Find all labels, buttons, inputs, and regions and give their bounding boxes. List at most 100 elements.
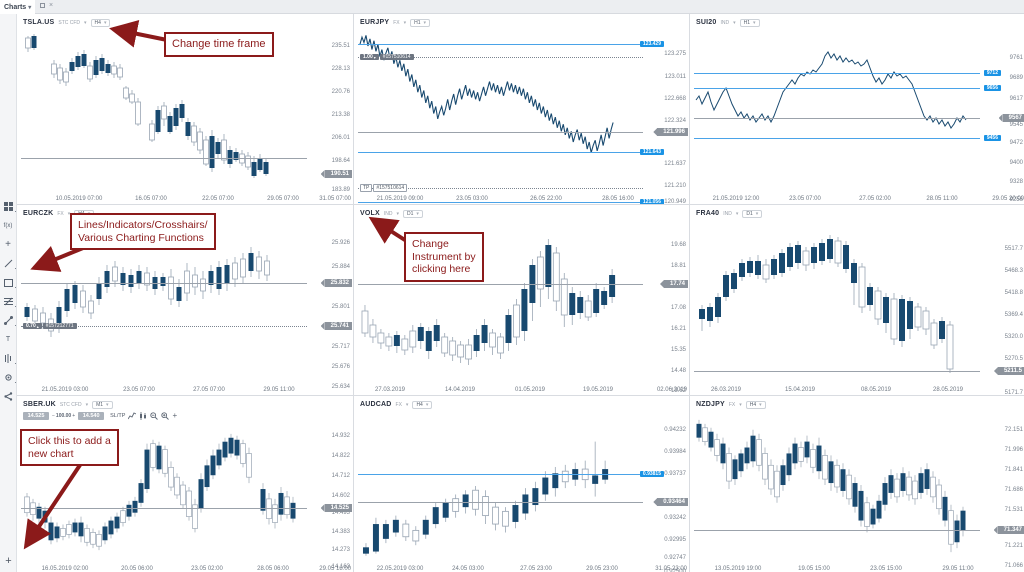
price-plot[interactable]: 1.00 ▾ #157510614 TP #157510614 bbox=[358, 30, 643, 203]
tp-ticket[interactable]: #157510614 bbox=[373, 184, 408, 192]
chevron-down-icon[interactable]: ▾ bbox=[739, 402, 742, 408]
take-profit-marker[interactable]: TP #157510614 bbox=[360, 184, 408, 192]
level-line-blue[interactable] bbox=[358, 474, 643, 475]
symbol-label[interactable]: AUDCAD bbox=[360, 401, 392, 408]
timeframe-selector[interactable]: H1 ▾ bbox=[410, 18, 431, 27]
add-chart-button[interactable]: + bbox=[3, 556, 14, 567]
price-axis[interactable]: 72.151 71.996 71.841 71.686 71.531 71.22… bbox=[979, 412, 1024, 569]
instrument-category: STC CFD bbox=[59, 401, 82, 408]
level-tag[interactable]: 0.93815 bbox=[639, 471, 664, 477]
time-axis[interactable]: 27.03.2019 14.04.2019 01.05.2019 19.05.2… bbox=[354, 382, 689, 394]
level-tag[interactable]: 123.429 bbox=[639, 41, 664, 47]
time-axis[interactable]: 26.03.2019 15.04.2019 08.05.2019 28.05.2… bbox=[690, 382, 1024, 394]
chevron-down-icon[interactable]: ▾ bbox=[28, 4, 31, 11]
time-axis[interactable]: 21.05.2019 03:00 23.05 07:00 27.05 07:00… bbox=[17, 382, 353, 394]
level-line-blue[interactable] bbox=[358, 152, 643, 153]
price-plot[interactable] bbox=[694, 412, 980, 560]
price-axis[interactable]: 5517.7 5468.3 5418.8 5369.4 5320.0 5270.… bbox=[979, 221, 1024, 395]
symbol-label[interactable]: EURJPY bbox=[360, 19, 389, 26]
symbol-label[interactable]: NZDJPY bbox=[696, 401, 725, 408]
order-ticket[interactable]: #157212771 bbox=[42, 323, 77, 329]
price-axis[interactable]: 123.275 123.011 122.668 122.324 121.637 … bbox=[639, 30, 688, 204]
order-marker[interactable]: 1.00 ▾ #157510614 bbox=[360, 54, 414, 60]
restore-icon[interactable] bbox=[40, 3, 45, 8]
indicators-fx-icon[interactable]: f(x) bbox=[1, 219, 16, 232]
chart-panel-fra40[interactable]: FRA40 IND ▾ D1 ▾ 5517.7 5468.3 5418.8 53… bbox=[690, 205, 1024, 395]
level-line-blue[interactable] bbox=[694, 138, 980, 139]
share-icon[interactable] bbox=[1, 390, 16, 403]
time-axis[interactable]: 16.05.2019 02:00 20.05 06:00 23.05 02:00… bbox=[17, 561, 353, 572]
chart-panel-eurjpy[interactable]: EURJPY FX ▾ H1 ▾ 1.00 ▾ #157510614 TP #1… bbox=[354, 14, 689, 204]
volume-stepper[interactable]: − 100.00 + bbox=[52, 413, 75, 419]
chart-panel-audcad[interactable]: AUDCAD FX ▾ H4 ▾ 0.94232 0.93984 0.93737… bbox=[354, 396, 689, 572]
time-axis[interactable]: 10.05.2019 07:00 16.05 07:00 22.05 07:00… bbox=[17, 191, 353, 203]
crosshair-icon[interactable]: + bbox=[172, 411, 177, 420]
chart-panel-sui20[interactable]: SUI20 IND ▾ H1 ▾ 9761 9689 9617 9545 947… bbox=[690, 14, 1024, 204]
level-tag[interactable]: 121.056 bbox=[639, 199, 664, 204]
order-lot[interactable]: 0.70 ▴ bbox=[23, 323, 42, 329]
candles-icon[interactable] bbox=[139, 411, 147, 420]
chevron-down-icon[interactable]: ▾ bbox=[733, 20, 736, 26]
timeframe-selector[interactable]: D1 ▾ bbox=[742, 209, 763, 218]
level-tag[interactable]: 9656 bbox=[983, 85, 1001, 91]
trendline-icon[interactable] bbox=[1, 257, 16, 270]
charts-tab[interactable]: Charts ▾ bbox=[0, 0, 36, 14]
timeframe-selector[interactable]: M1 ▾ bbox=[92, 400, 113, 409]
zoom-in-icon[interactable] bbox=[161, 411, 170, 420]
price-axis[interactable]: 19.68 18.81 17.08 16.21 15.35 14.48 13.6… bbox=[642, 221, 688, 394]
timeframe-selector[interactable]: H1 ▾ bbox=[739, 18, 760, 27]
chevron-down-icon[interactable]: ▾ bbox=[736, 211, 739, 217]
symbol-label[interactable]: TSLA.US bbox=[23, 19, 54, 26]
price-axis[interactable]: 9761 9689 9617 9545 9472 9400 9328 9256 … bbox=[979, 30, 1024, 203]
sltp-toggle[interactable]: SL/TP bbox=[110, 413, 125, 419]
close-icon[interactable]: × bbox=[49, 2, 53, 9]
price-axis[interactable]: 0.94232 0.93984 0.93737 0.93242 0.92995 … bbox=[639, 412, 688, 572]
level-tag[interactable]: 9712 bbox=[983, 70, 1001, 76]
symbol-label[interactable]: FRA40 bbox=[696, 210, 719, 217]
volume-value[interactable]: 100.00 bbox=[56, 413, 71, 419]
time-axis[interactable]: 21.05.2019 12:00 23.05 07:00 27.05 02:00… bbox=[690, 191, 1024, 203]
timeframe-selector[interactable]: H4 ▾ bbox=[412, 400, 433, 409]
level-line-blue[interactable] bbox=[694, 88, 980, 89]
price-plot[interactable] bbox=[694, 221, 980, 381]
chevron-down-icon[interactable]: ▾ bbox=[404, 20, 407, 26]
zoom-out-icon[interactable] bbox=[150, 411, 159, 420]
volume-plus-button[interactable]: + bbox=[72, 413, 75, 419]
pitchfork-icon[interactable] bbox=[1, 314, 16, 327]
price-plot[interactable] bbox=[694, 30, 980, 190]
fibonacci-icon[interactable] bbox=[1, 295, 16, 308]
crosshair-plus-icon[interactable]: + bbox=[1, 238, 16, 251]
grid-layout-icon[interactable] bbox=[1, 200, 16, 213]
time-axis[interactable]: 21.05.2019 09:00 23.05 03:00 26.05 22:00… bbox=[354, 191, 689, 203]
level-tag[interactable]: 9456 bbox=[983, 135, 1001, 141]
text-tool-icon[interactable]: T bbox=[1, 333, 16, 346]
volume-minus-button[interactable]: − bbox=[52, 413, 55, 419]
symbol-label[interactable]: EURCZK bbox=[23, 210, 53, 217]
price-axis[interactable]: 14.932 14.822 14.712 14.602 14.493 14.38… bbox=[306, 422, 352, 570]
chevron-down-icon[interactable]: ▾ bbox=[86, 402, 89, 408]
order-ticket[interactable]: #157510614 bbox=[379, 54, 414, 60]
order-lot[interactable]: 1.00 ▾ bbox=[360, 54, 379, 60]
time-axis[interactable]: 13.05.2019 19:00 19.05 15:00 23.05 15:00… bbox=[690, 561, 1024, 572]
chart-panel-nzdjpy[interactable]: NZDJPY FX ▾ H4 ▾ 72.151 71.996 71.841 71… bbox=[690, 396, 1024, 572]
price-axis[interactable]: 235.51 228.13 220.76 213.38 206.01 198.6… bbox=[306, 30, 352, 193]
rectangle-shape-icon[interactable] bbox=[1, 276, 16, 289]
sell-button[interactable]: 14.525 bbox=[23, 411, 49, 420]
settings-gear-icon[interactable] bbox=[1, 371, 16, 384]
buy-button[interactable]: 14.540 bbox=[78, 411, 105, 420]
symbol-label[interactable]: SBER.UK bbox=[23, 401, 56, 408]
bars-pattern-icon[interactable] bbox=[1, 352, 16, 365]
time-axis[interactable]: 22.05.2019 03:00 24.05 03:00 27.05 23:00… bbox=[354, 561, 689, 572]
level-tag[interactable]: 121.643 bbox=[639, 149, 664, 155]
level-line-blue[interactable] bbox=[694, 73, 980, 74]
level-line-blue[interactable] bbox=[358, 44, 643, 45]
price-plot[interactable] bbox=[358, 412, 643, 560]
y-tick: 0.94232 bbox=[664, 427, 686, 433]
order-marker[interactable]: 0.70 ▴ #157212771 bbox=[23, 323, 77, 329]
price-axis[interactable]: 25.926 25.884 25.801 25.759 25.717 25.67… bbox=[306, 221, 352, 390]
symbol-label[interactable]: SUI20 bbox=[696, 19, 716, 26]
chevron-down-icon[interactable]: ▾ bbox=[406, 402, 409, 408]
chevron-down-icon[interactable]: ▾ bbox=[84, 20, 87, 26]
line-chart-icon[interactable] bbox=[128, 411, 137, 420]
timeframe-selector[interactable]: H4 ▾ bbox=[745, 400, 766, 409]
